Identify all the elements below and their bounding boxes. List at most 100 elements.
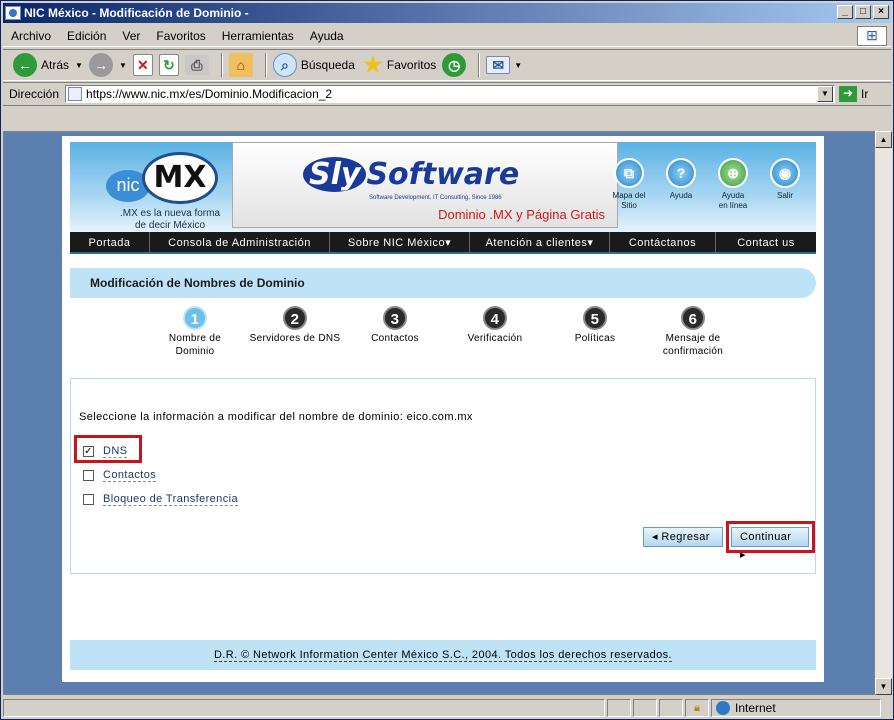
option-bloqueo[interactable]: Bloqueo de Transferencia: [83, 493, 238, 506]
step-4: 4 Verificación: [440, 306, 550, 345]
stop-button[interactable]: ✕: [132, 54, 153, 76]
zone-indicator: Internet: [711, 699, 881, 717]
step-label: Contactos: [371, 333, 419, 344]
contactos-checkbox[interactable]: [83, 470, 94, 481]
nav-consola[interactable]: Consola de Administración: [150, 232, 330, 254]
address-dropdown-button[interactable]: ▼: [817, 85, 834, 102]
step-number: 1: [183, 306, 207, 330]
back-arrow-icon: ←: [13, 53, 37, 77]
windows-logo-icon: ⊞: [857, 26, 887, 46]
mail-icon: ✉: [486, 56, 511, 74]
option-contactos[interactable]: Contactos: [83, 469, 157, 482]
dns-highlight: [74, 435, 142, 463]
chevron-down-icon[interactable]: ▼: [75, 61, 83, 70]
step-label: Servidores de DNS: [249, 333, 341, 344]
chevron-down-icon[interactable]: ▼: [119, 61, 127, 70]
star-icon: ★: [363, 52, 383, 77]
nicmx-logo[interactable]: nic MX: [106, 150, 226, 210]
site-map-link[interactable]: ⧉ Mapa del Sitio: [608, 158, 650, 211]
option-label[interactable]: Contactos: [103, 469, 157, 482]
menu-edicion[interactable]: Edición: [59, 29, 114, 43]
quick-label: Mapa del: [612, 191, 646, 200]
menu-ayuda[interactable]: Ayuda: [302, 29, 352, 43]
step-number: 2: [283, 306, 307, 330]
vertical-scrollbar[interactable]: ▲ ▼: [875, 131, 892, 695]
menu-bar: Archivo Edición Ver Favoritos Herramient…: [3, 25, 891, 47]
go-arrow-icon: ➜: [839, 85, 858, 102]
question-icon: ?: [666, 158, 696, 188]
home-button[interactable]: ⌂: [228, 53, 253, 77]
history-icon: ◷: [442, 53, 467, 77]
window-title: NIC México - Modificación de Dominio -: [24, 6, 249, 20]
step-number: 5: [583, 306, 607, 330]
back-label: Atrás: [41, 58, 70, 72]
print-button[interactable]: ⎙: [184, 55, 209, 75]
help-link[interactable]: ? Ayuda: [660, 158, 702, 211]
mail-button[interactable]: ✉ ▼: [486, 56, 522, 74]
site-nav: Portada Consola de Administración Sobre …: [70, 232, 816, 254]
quick-label: Sitio: [621, 201, 637, 210]
sitemap-icon: ⧉: [614, 158, 644, 188]
tagline-line1: .MX es la nueva forma: [119, 208, 221, 219]
menu-herramientas[interactable]: Herramientas: [214, 29, 302, 43]
toolbar: ← Atrás ▼ → ▼ ✕ ↻ ⎙ ⌂ ⌕ Búsqueda ★ Favor…: [3, 49, 891, 81]
copyright-text[interactable]: D.R. © Network Information Center México…: [213, 649, 673, 662]
scroll-down-button[interactable]: ▼: [875, 678, 892, 695]
quick-links: ⧉ Mapa del Sitio ? Ayuda ⊕ Ayuda en línea ◉ Sa…: [608, 158, 806, 211]
history-button[interactable]: ◷: [442, 53, 467, 77]
chevron-down-icon[interactable]: ▼: [514, 61, 522, 70]
favorites-label: Favoritos: [386, 58, 437, 72]
step-1: 1 Nombre de Dominio: [140, 306, 250, 358]
page-content: nic MX .MX es la nueva forma de decir Mé…: [62, 136, 824, 682]
page-title: Modificación de Nombres de Dominio: [70, 268, 816, 298]
slysoftware-ad[interactable]: Sly Software Software Development, IT Con…: [232, 142, 618, 228]
scroll-up-button[interactable]: ▲: [875, 131, 892, 148]
go-button[interactable]: ➜ Ir: [839, 85, 868, 102]
toolbar-separator: [220, 53, 223, 77]
globe-icon: [716, 701, 730, 715]
refresh-button[interactable]: ↻: [158, 54, 179, 76]
status-text: [3, 699, 605, 717]
status-cell: [607, 699, 631, 717]
forward-button[interactable]: → ▼: [88, 53, 127, 77]
ie-icon: [5, 6, 21, 20]
step-label: Verificación: [467, 333, 523, 344]
minimize-button[interactable]: _: [837, 5, 853, 19]
regresar-button[interactable]: ◂ Regresar: [643, 527, 723, 547]
title-bar: NIC México - Modificación de Dominio - _…: [3, 3, 891, 23]
quick-label: Ayuda: [721, 191, 745, 200]
address-bar: Dirección https://www.nic.mx/es/Dominio.…: [3, 82, 891, 104]
nav-contact-us[interactable]: Contact us: [716, 232, 816, 254]
browser-window: NIC México - Modificación de Dominio - _…: [0, 0, 894, 720]
menu-archivo[interactable]: Archivo: [3, 29, 59, 43]
nav-sobre-nic[interactable]: Sobre NIC México▾: [330, 232, 470, 254]
tagline-line2: de decir México: [134, 220, 206, 231]
nav-portada[interactable]: Portada: [70, 232, 150, 254]
step-5: 5 Políticas: [540, 306, 650, 345]
site-banner: nic MX .MX es la nueva forma de decir Mé…: [70, 142, 816, 232]
nav-contactanos[interactable]: Contáctanos: [610, 232, 716, 254]
quick-label: en línea: [718, 201, 748, 210]
logo-mx-text: MX: [142, 152, 218, 204]
step-3: 3 Contactos: [340, 306, 450, 345]
online-help-icon: ⊕: [718, 158, 748, 188]
menu-ver[interactable]: Ver: [114, 29, 148, 43]
maximize-button[interactable]: □: [855, 5, 871, 19]
form-prompt: Seleccione la información a modificar de…: [79, 411, 473, 423]
favorites-button[interactable]: ★ Favoritos: [361, 52, 437, 77]
menu-favoritos[interactable]: Favoritos: [148, 29, 213, 43]
continuar-highlight: [726, 521, 815, 553]
option-label[interactable]: Bloqueo de Transferencia: [103, 493, 238, 506]
back-button[interactable]: ← Atrás ▼: [13, 53, 83, 77]
address-input[interactable]: https://www.nic.mx/es/Dominio.Modificaci…: [65, 84, 836, 103]
step-number: 4: [483, 306, 507, 330]
toolbar-separator: [264, 53, 267, 77]
online-help-link[interactable]: ⊕ Ayuda en línea: [712, 158, 754, 211]
nav-atencion[interactable]: Atención a clientes▾: [470, 232, 610, 254]
step-2: 2 Servidores de DNS: [240, 306, 350, 345]
logout-link[interactable]: ◉ Salir: [764, 158, 806, 211]
bloqueo-checkbox[interactable]: [83, 494, 94, 505]
close-button[interactable]: ×: [873, 5, 889, 19]
step-number: 6: [681, 306, 705, 330]
search-button[interactable]: ⌕ Búsqueda: [272, 53, 355, 77]
